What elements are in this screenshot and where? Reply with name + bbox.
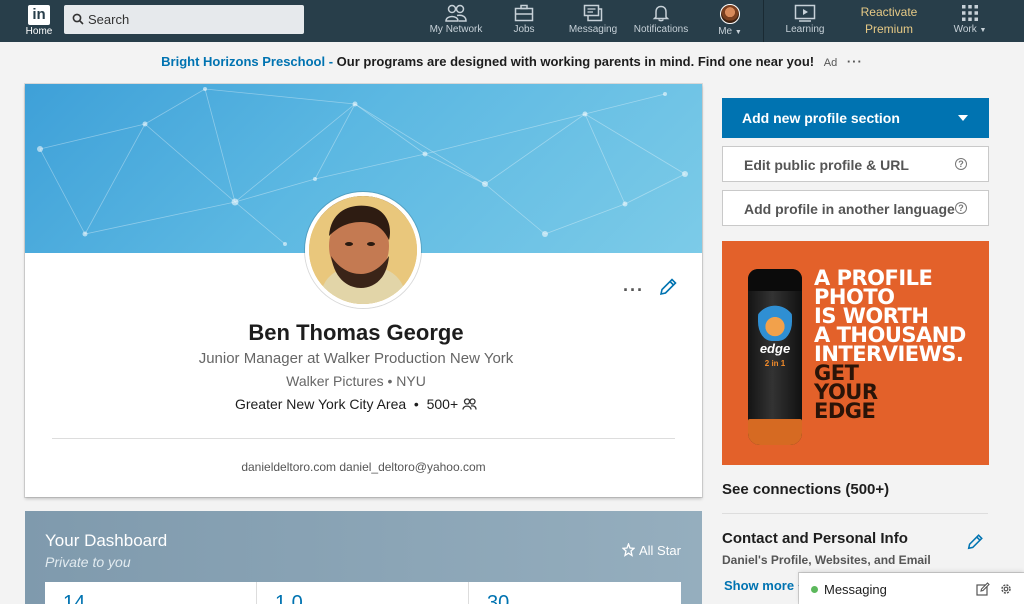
ad-line: EDGE [814,399,876,423]
help-icon[interactable]: ? [955,158,967,170]
search-box[interactable] [64,5,304,34]
profile-connections-count[interactable]: 500+ [427,396,459,412]
person-photo-graphic [309,196,417,304]
nav-me-text: Me [718,26,733,37]
nav-my-network[interactable]: My Network [426,4,486,40]
nav-messaging-label: Messaging [568,24,618,35]
nav-learning[interactable]: Learning [782,4,828,40]
help-icon[interactable]: ? [955,202,967,214]
nav-work-label: Work ▼ [948,24,992,35]
add-profile-language-label: Add profile in another language [744,201,955,217]
premium-line2: Premium [864,22,913,36]
location-separator: • [410,396,423,412]
show-more-label: Show more [724,578,795,593]
nav-work-text: Work [953,24,977,35]
top-nav: in Home My Network Jobs M [0,0,1024,42]
nav-my-network-label: My Network [429,24,483,35]
contact-info-title: Contact and Personal Info [722,530,908,547]
profile-name: Ben Thomas George [248,320,464,345]
gear-icon[interactable] [999,582,1013,596]
nav-divider [763,0,764,42]
profile-location: Greater New York City Area [234,396,407,412]
nav-home-label[interactable]: Home [22,26,56,37]
my-network-icon [445,4,467,22]
nav-notifications-label: Notifications [633,24,689,35]
dashboard-stats: 14 1.0 30 [45,582,681,604]
profile-contact-links[interactable]: danieldeltoro.com daniel_deltoro@yahoo.c… [25,460,702,474]
nav-jobs-label: Jobs [513,24,535,35]
connections-icon[interactable] [462,398,477,410]
ad-message-link[interactable]: Our programs are designed with working p… [337,54,814,69]
profile-headline: Junior Manager at Walker Production New … [198,350,514,367]
add-profile-section-button[interactable]: Add new profile section [722,98,989,138]
product-subtitle: 2 in 1 [764,359,786,368]
dashboard-title: Your Dashboard [45,531,168,550]
reactivate-premium-link[interactable]: Reactivate Premium [852,4,926,38]
linkedin-logo-icon[interactable]: in [28,5,50,25]
nav-me-label: Me ▼ [714,26,746,37]
messaging-icon [583,4,603,22]
premium-line1: Reactivate [860,5,918,19]
profile-location-line: Greater New York City Area • 500+ [25,396,687,412]
edit-public-profile-label: Edit public profile & URL [744,157,909,173]
dashboard-stat-value: 1.0 [275,592,303,604]
dashboard-subtitle: Private to you [45,554,131,570]
profile-more-icon[interactable]: ··· [623,280,644,301]
online-status-dot [811,586,818,593]
all-star-label: All Star [639,543,681,558]
me-avatar [720,4,740,24]
ad-more-icon[interactable]: ··· [847,54,863,69]
product-logo: edge [759,341,791,356]
ad-banner-line: Bright Horizons Preschool - Our programs… [0,54,1024,69]
search-input[interactable] [88,9,288,30]
grid-icon [962,5,978,21]
dashboard-stat-value: 30 [487,592,510,604]
learning-icon [794,4,816,22]
bottle-base [748,419,802,445]
ad-brand-link[interactable]: Bright Horizons Preschool - [161,54,333,69]
dashboard-stat[interactable]: 1.0 [257,582,469,604]
contact-info-subtitle: Daniel's Profile, Websites, and Email [722,553,931,567]
nav-messaging[interactable]: Messaging [566,4,620,40]
me-caret-icon: ▼ [734,29,742,36]
add-profile-section-label: Add new profile section [742,110,900,126]
ad-headline: A PROFILE PHOTO IS WORTH A THOUSAND INTE… [814,268,984,423]
bell-icon [652,5,670,22]
profile-photo[interactable] [305,192,421,308]
dashboard-stat-value: 14 [63,592,86,604]
profile-company-school: Walker Pictures • NYU [286,373,426,389]
see-connections-link[interactable]: See connections (500+) [722,481,889,498]
profile-edit-pencil-icon[interactable] [658,277,678,297]
messaging-tab-label: Messaging [824,582,887,597]
contact-edit-pencil-icon[interactable] [966,533,984,551]
chevron-down-icon [958,115,968,121]
dashboard-stat[interactable]: 14 [45,582,257,604]
nav-learning-label: Learning [785,24,825,35]
search-icon [72,13,84,25]
edit-public-profile-button[interactable]: Edit public profile & URL ? [722,146,989,182]
all-star-badge[interactable]: All Star [621,542,681,558]
add-profile-language-button[interactable]: Add profile in another language ? [722,190,989,226]
nav-notifications[interactable]: Notifications [630,4,692,40]
ad-tag: Ad [823,57,838,69]
work-caret-icon: ▼ [979,27,987,34]
briefcase-icon [514,4,534,22]
dashboard-stat[interactable]: 30 [469,582,681,604]
profile-card: ··· Ben Thomas George Junior Manager at … [25,84,702,497]
sidebar-ad[interactable]: edge 2 in 1 A PROFILE PHOTO IS WORTH A T… [722,241,989,465]
messaging-tab[interactable]: Messaging [799,573,1024,604]
star-icon [621,542,636,557]
right-rail-divider [722,513,988,514]
compose-icon[interactable] [976,582,990,596]
bottle-cap [748,269,802,291]
product-bottle-image: edge 2 in 1 [748,269,802,445]
profile-card-divider [52,438,675,439]
nav-me[interactable]: Me ▼ [714,4,746,40]
dashboard-card: Your Dashboard Private to you All Star 1… [25,511,702,604]
show-more-button[interactable]: Show more [724,578,808,593]
flame-graphic [758,293,792,341]
nav-work[interactable]: Work ▼ [948,4,992,40]
nav-jobs[interactable]: Jobs [508,4,540,40]
